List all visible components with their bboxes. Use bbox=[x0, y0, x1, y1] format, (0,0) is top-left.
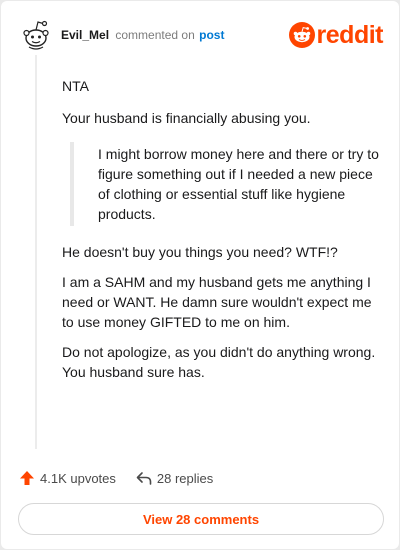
commented-on-label: commented on bbox=[115, 28, 195, 42]
view-comments-button[interactable]: View 28 comments bbox=[18, 503, 384, 535]
post-link[interactable]: post bbox=[199, 28, 224, 42]
comment-paragraph: I am a SAHM and my husband gets me anyth… bbox=[62, 274, 372, 330]
username[interactable]: Evil_Mel bbox=[61, 28, 109, 42]
comment-card: Evil_Mel commented on post reddit NTA Yo… bbox=[1, 1, 399, 549]
comment-meta: Evil_Mel commented on post bbox=[61, 28, 224, 42]
upvote-arrow-icon bbox=[20, 471, 34, 485]
comment-paragraph: He doesn't buy you things you need? WTF!… bbox=[62, 244, 338, 260]
reddit-logo[interactable]: reddit bbox=[288, 20, 384, 50]
thread-line bbox=[35, 55, 37, 449]
upvote-count: 4.1K upvotes bbox=[40, 470, 116, 486]
reddit-wordmark: reddit bbox=[316, 21, 384, 49]
comment-header: Evil_Mel commented on post reddit bbox=[19, 17, 384, 53]
comment-paragraph: Do not apologize, as you didn't do anyth… bbox=[62, 344, 376, 380]
comment-paragraph: NTA bbox=[62, 78, 89, 94]
quote-text: I might borrow money here and there or t… bbox=[98, 146, 379, 222]
reply-arrow-icon bbox=[136, 472, 152, 485]
blockquote: I might borrow money here and there or t… bbox=[70, 142, 382, 226]
snoo-avatar-icon[interactable] bbox=[19, 17, 53, 51]
comment-paragraph: Your husband is financially abusing you. bbox=[62, 110, 311, 126]
comment-footer: 4.1K upvotes 28 replies bbox=[19, 467, 213, 489]
comment-body: NTA Your husband is financially abusing … bbox=[62, 76, 382, 392]
upvote-button[interactable]: 4.1K upvotes bbox=[19, 470, 116, 486]
replies-button[interactable]: 28 replies bbox=[136, 470, 213, 486]
replies-count: 28 replies bbox=[156, 470, 214, 486]
reddit-logo-icon bbox=[288, 22, 315, 48]
